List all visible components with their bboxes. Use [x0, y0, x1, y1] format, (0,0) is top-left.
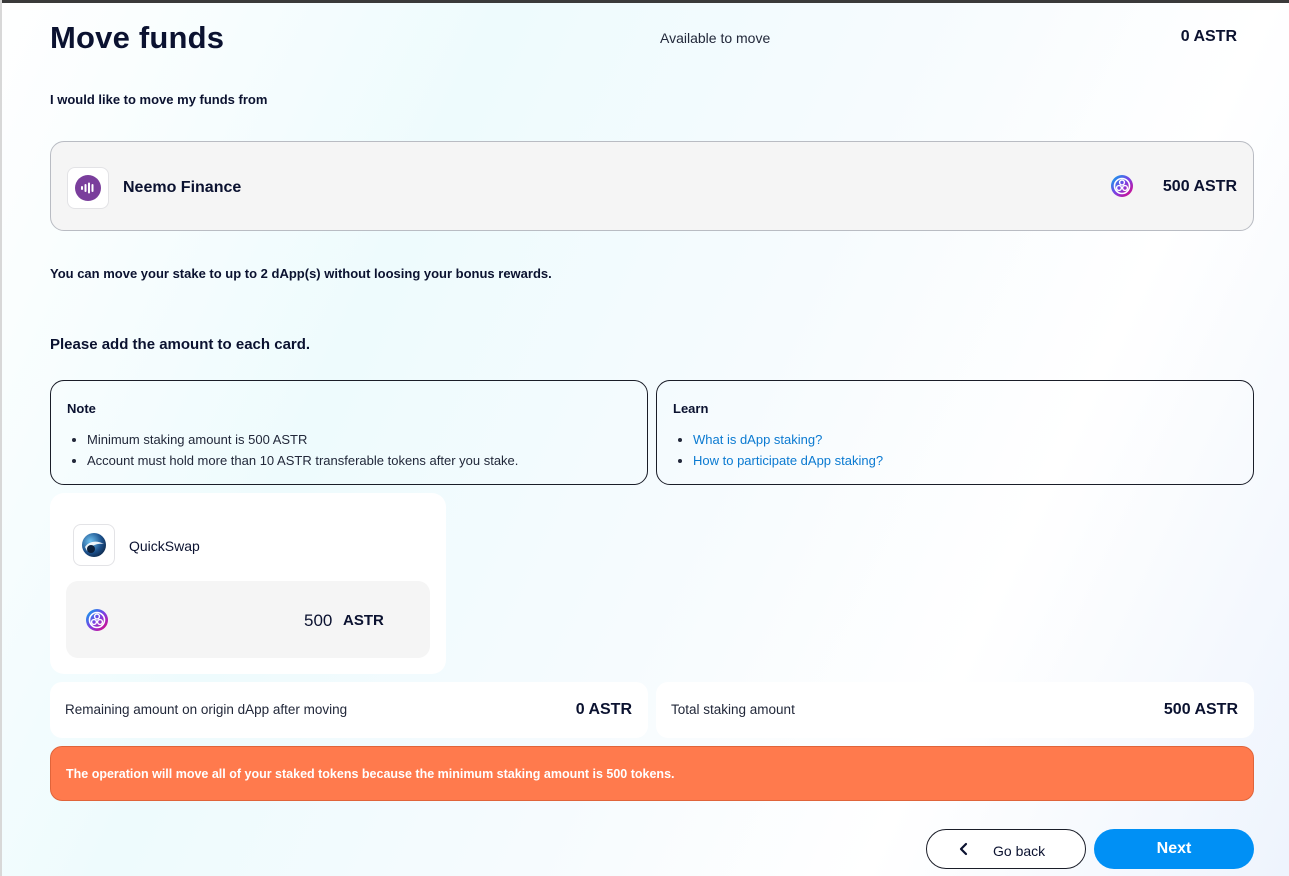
- total-label: Total staking amount: [671, 702, 795, 717]
- go-back-label: Go back: [993, 843, 1046, 859]
- available-value: 0 ASTR: [1180, 28, 1237, 45]
- remaining-label: Remaining amount on origin dApp after mo…: [65, 702, 348, 717]
- remaining-value: 0 ASTR: [575, 701, 632, 718]
- learn-title: Learn: [673, 401, 709, 416]
- astar-token-icon: [1111, 175, 1133, 197]
- total-staking-card: Total staking amount 500 ASTR: [656, 682, 1254, 738]
- warning-banner: The operation will move all of your stak…: [50, 746, 1254, 801]
- target-dapp-name: QuickSwap: [129, 538, 200, 554]
- next-button[interactable]: Next: [1094, 829, 1254, 869]
- origin-dapp-card: Neemo Finance 500 ASTR: [50, 141, 1254, 231]
- learn-item: How to participate dApp staking?: [693, 450, 883, 471]
- chevron-left-icon: [959, 842, 968, 856]
- available-label: Available to move: [660, 30, 771, 46]
- note-item: Minimum staking amount is 500 ASTR: [87, 429, 518, 450]
- page-title: Move funds: [50, 20, 225, 55]
- remaining-amount-card: Remaining amount on origin dApp after mo…: [50, 682, 648, 738]
- note-item: Account must hold more than 10 ASTR tran…: [87, 450, 518, 471]
- astar-token-icon: [86, 609, 108, 631]
- amount-input-value[interactable]: 500: [304, 611, 332, 631]
- go-back-button[interactable]: Go back: [926, 829, 1086, 869]
- target-dapp-card: QuickSwap 500 ASTR: [50, 493, 446, 674]
- total-value: 500 ASTR: [1163, 701, 1238, 718]
- what-is-dapp-staking-link[interactable]: What is dApp staking?: [693, 432, 822, 447]
- note-title: Note: [67, 401, 96, 416]
- window-top-border: [0, 0, 1289, 3]
- quickswap-logo-icon: [73, 524, 115, 566]
- warning-text: The operation will move all of your stak…: [66, 767, 675, 781]
- how-to-participate-link[interactable]: How to participate dApp staking?: [693, 453, 883, 468]
- note-list: Minimum staking amount is 500 ASTR Accou…: [87, 429, 518, 471]
- note-box: Note Minimum staking amount is 500 ASTR …: [50, 380, 648, 485]
- from-label: I would like to move my funds from: [50, 92, 268, 107]
- learn-item: What is dApp staking?: [693, 429, 883, 450]
- instruction-text: Please add the amount to each card.: [50, 336, 311, 353]
- neemo-logo-icon: [67, 167, 109, 209]
- origin-dapp-amount: 500 ASTR: [1162, 178, 1237, 195]
- move-hint-text: You can move your stake to up to 2 dApp(…: [50, 266, 552, 281]
- amount-unit: ASTR: [343, 612, 384, 629]
- amount-input-field[interactable]: 500 ASTR: [66, 581, 430, 658]
- origin-dapp-name: Neemo Finance: [123, 179, 242, 196]
- window-left-border: [0, 0, 2, 876]
- learn-box: Learn What is dApp staking? How to parti…: [656, 380, 1254, 485]
- learn-list: What is dApp staking? How to participate…: [693, 429, 883, 471]
